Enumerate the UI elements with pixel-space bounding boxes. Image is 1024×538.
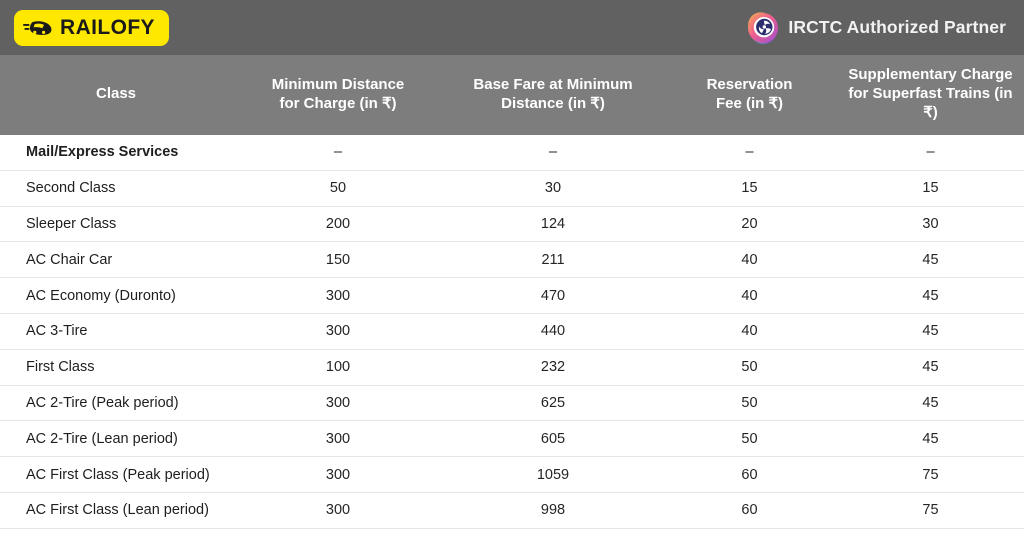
cell-supplementary-charge: 75 <box>837 456 1024 494</box>
cell-minimum-distance: 300 <box>232 313 444 350</box>
column-header-base-fare: Base Fare at Minimum Distance (in ₹) <box>444 55 662 135</box>
cell-base-fare: 30 <box>444 170 662 207</box>
table-row: First Class 100 232 50 45 <box>0 349 1024 386</box>
cell-supplementary-charge: 45 <box>837 349 1024 386</box>
cell-minimum-distance: – <box>232 528 444 538</box>
cell-reservation-fee: 40 <box>662 277 837 315</box>
cell-reservation-fee: 50 <box>662 385 837 422</box>
table-header-row: Class Minimum Distance for Charge (in ₹)… <box>0 55 1024 135</box>
table-row: Mail/Express Services – – – – <box>0 134 1024 171</box>
top-brand-bar: RAILOFY IRCTC Authorized Partner <box>0 0 1024 55</box>
railofy-logo[interactable]: RAILOFY <box>14 9 169 46</box>
cell-base-fare: 605 <box>444 420 662 458</box>
cell-minimum-distance: – <box>232 134 444 171</box>
cell-class: AC 2-Tire (Peak period) <box>0 385 232 422</box>
cell-supplementary-charge: 30 <box>837 206 1024 243</box>
cell-class: AC 3-Tire <box>0 313 232 350</box>
cell-reservation-fee: 50 <box>662 349 837 386</box>
col-line-2: Fee (in ₹) <box>715 94 784 112</box>
fare-chart-table: Class Minimum Distance for Charge (in ₹)… <box>0 55 1024 538</box>
cell-base-fare: 124 <box>444 206 662 243</box>
cell-class: AC Chair Car <box>0 241 232 279</box>
cell-reservation-fee: 40 <box>662 313 837 350</box>
table-row: AC 2-Tire (Lean period) 300 605 50 45 <box>0 420 1024 458</box>
table-row: Second Class 50 30 15 15 <box>0 170 1024 207</box>
cell-minimum-distance: 50 <box>232 170 444 207</box>
col-line-1: Minimum Distance <box>271 75 405 93</box>
column-header-reservation-fee: Reservation Fee (in ₹) <box>662 55 837 135</box>
cell-class: Second Class <box>0 170 232 207</box>
cell-supplementary-charge: 75 <box>837 528 1024 538</box>
col-line-2: for Superfast Trains (in ₹) <box>848 85 1013 122</box>
cell-base-fare: 470 <box>444 277 662 315</box>
cell-supplementary-charge: 45 <box>837 420 1024 458</box>
table-header: Class Minimum Distance for Charge (in ₹)… <box>0 55 1024 135</box>
cell-base-fare: 1059 <box>444 456 662 494</box>
cell-reservation-fee: – <box>662 134 837 171</box>
table-row: AC 2-Tire (Peak period) 300 625 50 45 <box>0 385 1024 422</box>
irctc-partner-text: IRCTC Authorized Partner <box>788 17 1006 37</box>
irctc-swirl-logo-icon <box>747 11 779 44</box>
cell-class: AC Economy (Duronto) <box>0 277 232 315</box>
cell-class: Sleeper Class <box>0 206 232 243</box>
cell-class: AC First Class (Peak period) <box>0 456 232 494</box>
cell-class: AC First Class (Lean period) <box>0 492 232 529</box>
col-line-1: Supplementary Charge <box>848 66 1013 83</box>
cell-minimum-distance: 300 <box>232 277 444 315</box>
col-line-1: Reservation <box>706 75 793 93</box>
cell-class: Executive Class <box>0 528 232 538</box>
cell-supplementary-charge: 45 <box>837 313 1024 350</box>
table-row: Sleeper Class 200 124 20 30 <box>0 206 1024 243</box>
col-line-2: Distance (in ₹) <box>501 94 605 112</box>
column-header-class: Class <box>0 55 232 135</box>
col-line-2: for Charge (in ₹) <box>279 94 397 112</box>
cell-base-fare: 625 <box>444 385 662 422</box>
fare-chart-page: RAILOFY IRCTC Authorized Partner Class M… <box>0 0 1024 538</box>
table-row: Executive Class––6075 <box>0 528 1024 538</box>
cell-reservation-fee: 15 <box>662 170 837 207</box>
irctc-partner-badge: IRCTC Authorized Partner <box>747 11 1010 44</box>
cell-minimum-distance: 300 <box>232 385 444 422</box>
cell-reservation-fee: 20 <box>662 206 837 243</box>
cell-supplementary-charge: 45 <box>837 277 1024 315</box>
cell-reservation-fee: 50 <box>662 420 837 458</box>
cell-minimum-distance: 150 <box>232 241 444 279</box>
col-line-1: Class <box>95 85 137 103</box>
railofy-logo-text: RAILOFY <box>60 16 155 39</box>
column-header-minimum-distance: Minimum Distance for Charge (in ₹) <box>232 55 444 135</box>
cell-minimum-distance: 200 <box>232 206 444 243</box>
cell-supplementary-charge: 45 <box>837 241 1024 279</box>
table-row: AC First Class (Lean period) 300 998 60 75 <box>0 492 1024 529</box>
cell-class: Mail/Express Services <box>0 134 232 171</box>
cell-base-fare: 998 <box>444 492 662 529</box>
cell-base-fare: 232 <box>444 349 662 386</box>
table-body: Mail/Express Services – – – – Second Class 50 3… <box>0 134 1024 538</box>
cell-minimum-distance: 300 <box>232 456 444 494</box>
cell-supplementary-charge: – <box>837 134 1024 171</box>
cell-reservation-fee: 60 <box>662 456 837 494</box>
cell-minimum-distance: 300 <box>232 492 444 529</box>
column-header-supplementary-charge: Supplementary Charge for Superfast Train… <box>837 55 1024 135</box>
table-row: AC Economy (Duronto) 300 470 40 45 <box>0 277 1024 315</box>
cell-minimum-distance: 300 <box>232 420 444 458</box>
table-row: AC Chair Car 150 211 40 45 <box>0 241 1024 279</box>
cell-base-fare: – <box>444 528 662 538</box>
cell-supplementary-charge: 15 <box>837 170 1024 207</box>
cell-class: AC 2-Tire (Lean period) <box>0 420 232 458</box>
cell-supplementary-charge: 45 <box>837 385 1024 422</box>
cell-base-fare: – <box>444 134 662 171</box>
train-front-icon <box>23 17 53 39</box>
cell-supplementary-charge: 75 <box>837 492 1024 529</box>
cell-base-fare: 211 <box>444 241 662 279</box>
cell-reservation-fee: 40 <box>662 241 837 279</box>
cell-reservation-fee: 60 <box>662 492 837 529</box>
cell-minimum-distance: 100 <box>232 349 444 386</box>
cell-class: First Class <box>0 349 232 386</box>
cell-base-fare: 440 <box>444 313 662 350</box>
table-row: AC 3-Tire 300 440 40 45 <box>0 313 1024 350</box>
cell-reservation-fee: 60 <box>662 528 837 538</box>
col-line-1: Base Fare at Minimum <box>473 75 633 93</box>
table-row: AC First Class (Peak period) 300 1059 60 75 <box>0 456 1024 494</box>
